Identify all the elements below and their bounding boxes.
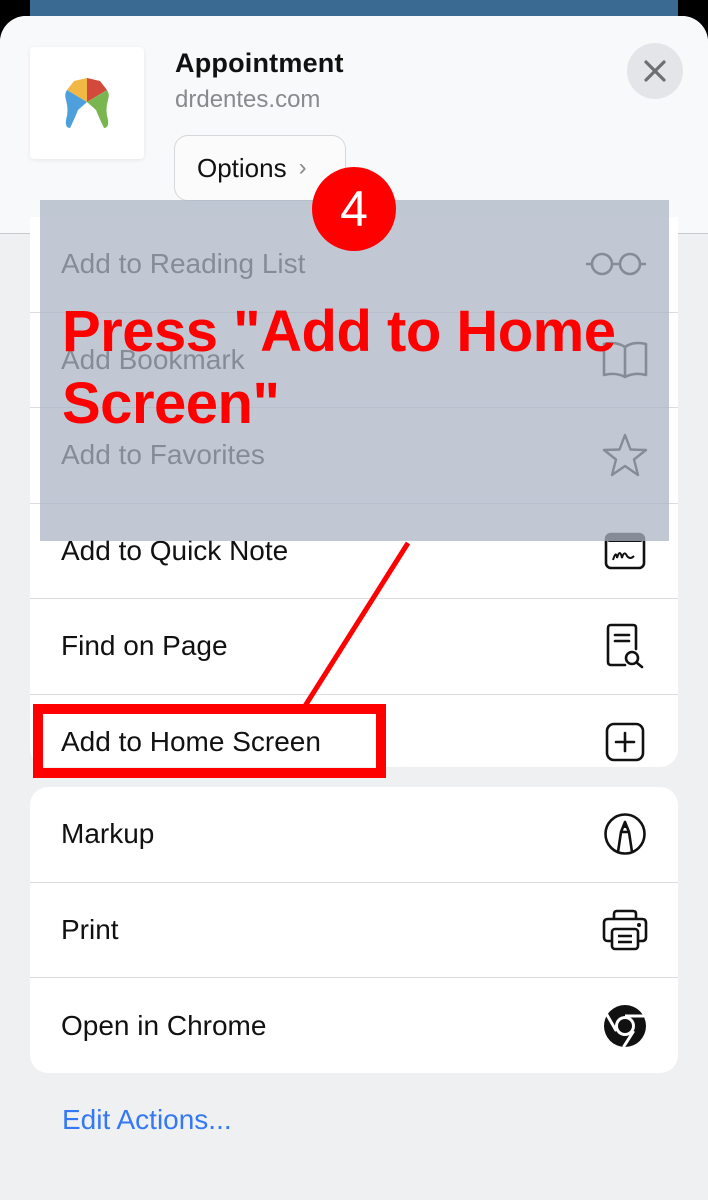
find-on-page-icon xyxy=(602,623,648,669)
step-number-badge: 4 xyxy=(312,167,396,251)
annotation-instruction: Press "Add to Home Screen" xyxy=(62,299,616,436)
page-domain: drdentes.com xyxy=(175,86,321,113)
site-icon xyxy=(30,47,144,159)
chevron-right-icon: › xyxy=(298,154,307,181)
add-square-icon xyxy=(602,719,648,765)
options-label: Options xyxy=(197,152,287,183)
page-title: Appointment xyxy=(175,48,344,78)
edit-actions-link[interactable]: Edit Actions... xyxy=(62,1104,232,1136)
annotation-highlight-box xyxy=(33,704,386,778)
action-label: Find on Page xyxy=(61,630,228,662)
action-markup[interactable]: Markup xyxy=(30,787,678,883)
chrome-icon xyxy=(602,1003,648,1049)
actions-group-secondary: Markup Print Open in Chrome xyxy=(30,787,678,1073)
action-label: Print xyxy=(61,913,119,945)
drdentes-tooth-logo-icon xyxy=(65,78,109,128)
action-open-in-chrome[interactable]: Open in Chrome xyxy=(30,978,678,1073)
action-label: Markup xyxy=(61,818,155,850)
printer-icon xyxy=(602,907,648,953)
markup-icon xyxy=(602,811,648,857)
action-label: Open in Chrome xyxy=(61,1009,267,1041)
action-print[interactable]: Print xyxy=(30,883,678,978)
action-find-on-page[interactable]: Find on Page xyxy=(30,599,678,695)
close-icon xyxy=(644,60,666,82)
close-button[interactable] xyxy=(627,43,683,99)
